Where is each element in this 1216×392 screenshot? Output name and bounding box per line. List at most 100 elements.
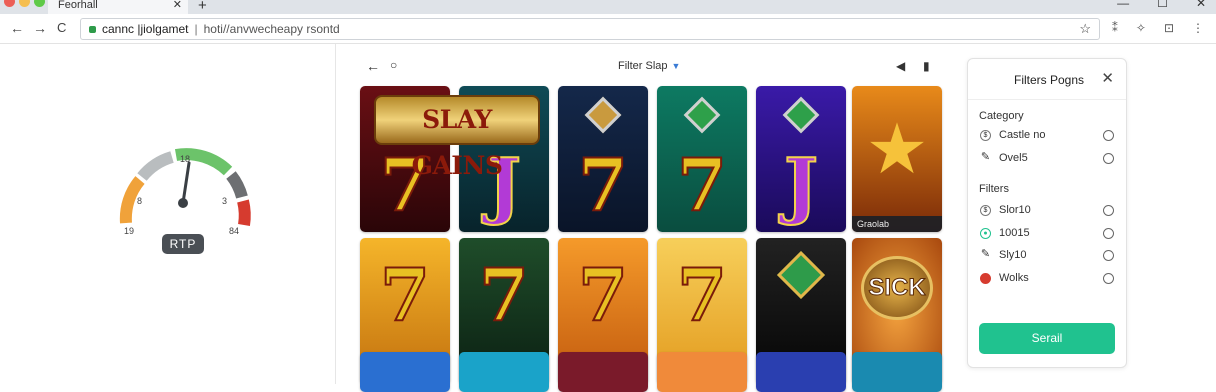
game-tile[interactable]	[459, 352, 549, 392]
menu-icon[interactable]: ⋮	[1192, 21, 1204, 35]
gauge-tick-bottom-left: 19	[124, 226, 135, 236]
gauge-dark-arc	[226, 171, 248, 199]
seven-symbol: 7	[478, 251, 530, 338]
send-button[interactable]: Serail	[979, 323, 1115, 354]
filter-dropdown[interactable]: Filter Slap ▼	[618, 60, 680, 72]
toolbar-icons: ⁑ ✧ ⊡ ⋮	[1112, 21, 1204, 35]
radio-button[interactable]	[1103, 153, 1114, 164]
gauge-hub	[178, 198, 188, 208]
gem-icon	[782, 96, 820, 134]
seven-symbol: 7	[379, 251, 431, 338]
address-bar[interactable]: cannc |jiolgamet | hoti//anvwecheapy rso…	[80, 18, 1100, 40]
new-tab-icon[interactable]: +	[198, 0, 207, 14]
gauge-tick-top: 18	[180, 154, 191, 164]
filter-item-label: Sly10	[999, 249, 1027, 261]
rtp-badge: RTP	[162, 234, 204, 254]
game-tile[interactable]	[852, 352, 942, 392]
dollar-icon: $	[980, 130, 991, 141]
category-item[interactable]: ✎ Ovel5	[980, 152, 1114, 168]
red-dot-icon	[980, 273, 991, 284]
coin-icon: $	[980, 205, 991, 216]
seven-symbol: 7	[676, 251, 728, 338]
refresh-icon[interactable]: ○	[390, 58, 397, 72]
filter-item-label: Slor10	[999, 204, 1031, 216]
back-icon[interactable]: ←	[10, 20, 24, 36]
panel-close-icon[interactable]: ✕	[1101, 69, 1114, 87]
url-host: cannc |jiolgamet	[102, 22, 189, 36]
category-item-label: Ovel5	[999, 152, 1028, 164]
close-window-icon[interactable]: ✕	[1196, 0, 1206, 10]
extensions-icon[interactable]: ⁑	[1112, 21, 1118, 35]
forward-icon[interactable]: →	[33, 20, 47, 36]
filter-item[interactable]: ● 10015	[980, 227, 1114, 243]
browser-tab-bar: Feorhall ✕ + — ☐ ✕	[0, 0, 1216, 14]
filter-item-label: Wolks	[999, 272, 1029, 284]
star-icon: ★	[865, 110, 929, 188]
bookmark-icon[interactable]: ☆	[1079, 19, 1091, 39]
wand-icon: ✎	[980, 248, 991, 260]
trash-icon[interactable]: ▮	[923, 59, 930, 73]
game-tile[interactable]	[756, 352, 846, 392]
radio-button[interactable]	[1103, 130, 1114, 141]
game-tile[interactable]	[558, 352, 648, 392]
pin-icon[interactable]: ✧	[1136, 21, 1146, 35]
game-tile[interactable]: 7	[657, 86, 747, 232]
divider	[335, 44, 336, 384]
gauge-tick-right: 3	[222, 196, 228, 206]
game-tile[interactable]: 7	[558, 86, 648, 232]
maximize-dot[interactable]	[34, 0, 45, 7]
gauge-red-arc	[237, 199, 251, 226]
radio-button[interactable]	[1103, 250, 1114, 261]
radio-button[interactable]	[1103, 228, 1114, 239]
filter-item[interactable]: ✎ Sly10	[980, 249, 1114, 265]
seven-symbol: 7	[577, 251, 629, 338]
profile-icon[interactable]: ⊡	[1164, 21, 1174, 35]
seven-symbol: 7	[577, 141, 629, 228]
tab-close-icon[interactable]: ✕	[173, 0, 182, 11]
browser-toolbar: ← → C cannc |jiolgamet | hoti//anvwechea…	[0, 14, 1216, 44]
window-dots	[4, 0, 45, 7]
category-item-label: Castle no	[999, 129, 1046, 141]
sick-logo: SICK	[861, 256, 933, 320]
browser-tab[interactable]: Feorhall ✕	[48, 0, 188, 14]
filter-item[interactable]: $ Slor10	[980, 204, 1114, 220]
pencil-icon: ✎	[980, 151, 991, 163]
panel-divider	[968, 99, 1126, 100]
content-back-icon[interactable]: ←	[366, 58, 380, 74]
filter-item[interactable]: Wolks	[980, 272, 1114, 288]
reload-icon[interactable]: C	[57, 20, 66, 35]
gauge-grey-arc	[137, 151, 174, 181]
chevron-down-icon: ▼	[671, 61, 681, 71]
slay-gains-banner: SLAY GAINS	[374, 95, 540, 180]
radio-button[interactable]	[1103, 273, 1114, 284]
tab-title: Feorhall	[58, 0, 98, 11]
game-tile[interactable]: ★ Graolab	[852, 86, 942, 232]
gem-icon	[584, 96, 622, 134]
gem-icon	[683, 96, 721, 134]
filter-dropdown-label: Filter Slap	[618, 60, 668, 72]
game-tile[interactable]	[360, 352, 450, 392]
seven-symbol: 7	[676, 141, 728, 228]
minimize-dot[interactable]	[19, 0, 30, 7]
close-dot[interactable]	[4, 0, 15, 7]
content-header: ← ○ Filter Slap ▼ ◀ ▮	[360, 58, 940, 76]
filters-heading: Filters	[979, 183, 1009, 195]
green-circle-icon: ●	[980, 228, 991, 239]
category-heading: Category	[979, 110, 1024, 122]
game-tile[interactable]	[657, 352, 747, 392]
panel-title: Filters Pogns	[1014, 73, 1085, 87]
game-tile[interactable]: J	[756, 86, 846, 232]
lock-icon	[89, 25, 96, 33]
j-symbol: J	[783, 141, 819, 228]
url-path: hoti//anvwecheapy rsontd	[203, 22, 340, 36]
gem-icon	[776, 250, 826, 300]
gauge-tick-bottom-right: 84	[229, 226, 240, 236]
minimize-icon[interactable]: —	[1117, 0, 1129, 10]
speaker-icon[interactable]: ◀	[896, 59, 905, 73]
filter-item-label: 10015	[999, 227, 1030, 239]
maximize-icon[interactable]: ☐	[1157, 0, 1168, 10]
filters-panel: Filters Pogns ✕ Category $ Castle no ✎ O…	[967, 58, 1127, 368]
radio-button[interactable]	[1103, 205, 1114, 216]
url-separator: |	[194, 22, 198, 36]
category-item[interactable]: $ Castle no	[980, 129, 1114, 145]
